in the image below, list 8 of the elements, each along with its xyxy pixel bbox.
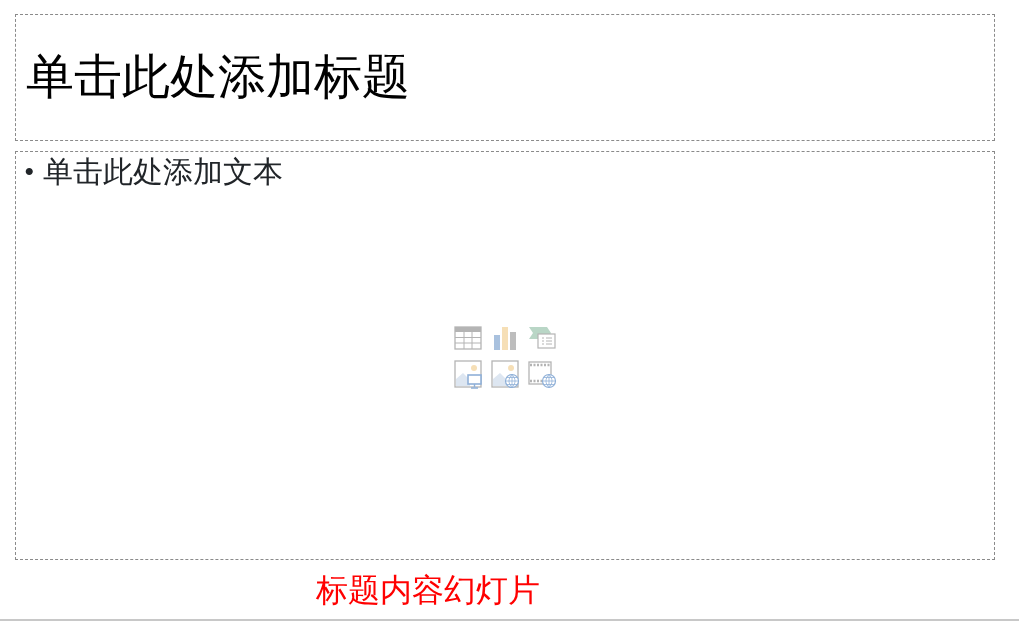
body-placeholder-text: 单击此处添加文本 [42,154,283,190]
bullet: • [24,154,35,190]
video-icon[interactable] [527,359,557,389]
online-picture-icon[interactable] [490,359,520,389]
title-placeholder-text: 单击此处添加标题 [26,51,410,104]
caption: 标题内容幻灯片 [315,571,541,610]
table-icon[interactable] [453,323,483,353]
picture-icon[interactable] [453,359,483,389]
